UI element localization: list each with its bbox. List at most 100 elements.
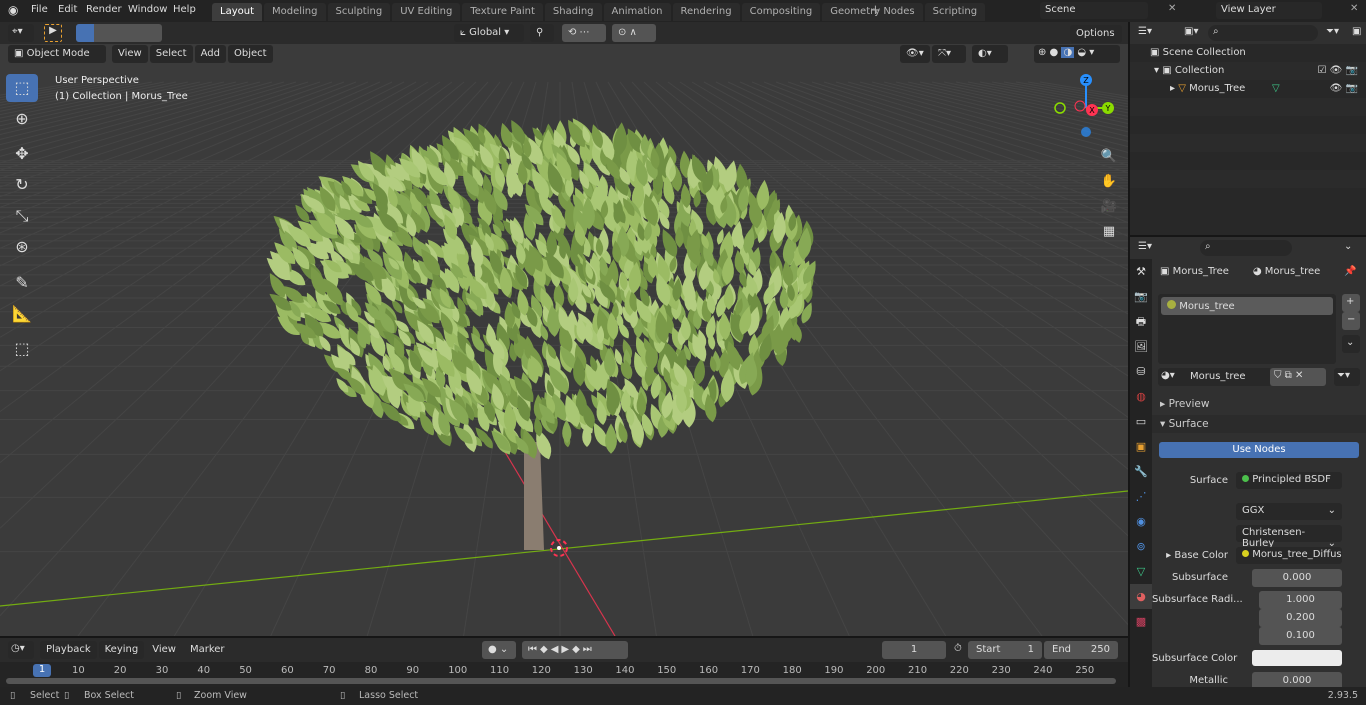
editor-type-icon[interactable]: ☰▾ xyxy=(1138,241,1152,252)
add-workspace-icon[interactable]: + xyxy=(870,3,881,18)
close-icon[interactable]: ✕ xyxy=(1350,3,1358,14)
viewport-menu-object[interactable]: Object xyxy=(227,45,273,63)
radius-y-field[interactable]: 0.200 xyxy=(1259,609,1342,627)
subsurface-field[interactable]: 0.000 xyxy=(1252,569,1342,587)
browse-material-button[interactable]: ◕▾ xyxy=(1158,368,1188,386)
expand-icon[interactable]: ▸ xyxy=(1170,83,1178,94)
workspace-tab-rendering[interactable]: Rendering xyxy=(672,3,740,21)
transform-orientation-dropdown[interactable]: ⟀ Global ▾ xyxy=(454,24,524,42)
pan-hand-icon[interactable]: ✋ xyxy=(1100,169,1118,194)
close-icon[interactable]: ✕ xyxy=(1168,3,1176,14)
view-layer-selector[interactable]: View Layer xyxy=(1216,2,1322,19)
remove-slot-button[interactable]: − xyxy=(1342,312,1360,330)
base-color-field[interactable]: Morus_tree_Diffuse... xyxy=(1236,547,1342,564)
view-layer-tab-icon[interactable]: 🖼 xyxy=(1130,334,1152,359)
modifier-tab-icon[interactable]: 🔧 xyxy=(1130,459,1152,484)
ortho-grid-icon[interactable]: ▦ xyxy=(1100,219,1118,244)
select-mode-buttons[interactable] xyxy=(76,24,162,42)
select-tool-icon[interactable]: ▶ xyxy=(44,24,62,42)
workspace-tab-sculpting[interactable]: Sculpting xyxy=(327,3,391,21)
add-slot-button[interactable]: + xyxy=(1342,294,1360,312)
editor-type-button[interactable]: ◷▾ xyxy=(8,641,34,659)
rotate-tool[interactable]: ↻ xyxy=(6,171,38,199)
visibility-checkbox[interactable]: ☑ 👁 📷 xyxy=(1318,65,1358,76)
menu-file[interactable]: File xyxy=(31,4,48,15)
pin-icon[interactable]: 📌 xyxy=(1344,266,1356,277)
editor-type-button[interactable]: ⌖▾ xyxy=(8,24,34,42)
new-collection-icon[interactable]: ▣ xyxy=(1352,26,1361,37)
timeline-menu-marker[interactable]: Marker xyxy=(184,641,231,659)
physics-tab-icon[interactable]: ◉ xyxy=(1130,509,1152,534)
collapse-icon[interactable]: ▾ xyxy=(1154,65,1162,76)
current-frame-field[interactable]: 1 xyxy=(882,641,946,659)
visibility-icons[interactable]: 👁 📷 xyxy=(1330,83,1358,94)
use-nodes-button[interactable]: Use Nodes xyxy=(1159,442,1359,458)
playhead[interactable]: 1 xyxy=(33,664,51,677)
outliner-row-scene-collection[interactable]: ▣ Scene Collection xyxy=(1130,44,1366,62)
workspace-tab-compositing[interactable]: Compositing xyxy=(741,3,821,21)
mode-dropdown[interactable]: ▣ Object Mode xyxy=(8,45,106,63)
collection-tab-icon[interactable]: ▭ xyxy=(1130,409,1152,434)
subsurface-method-dropdown[interactable]: Christensen-Burley ⌄ xyxy=(1236,525,1342,549)
timeline-scrollbar[interactable] xyxy=(6,678,1116,684)
workspace-tab-modeling[interactable]: Modeling xyxy=(264,3,326,21)
material-slot-item[interactable]: Morus_tree xyxy=(1161,297,1333,315)
display-mode-icon[interactable]: ▣▾ xyxy=(1184,26,1198,37)
menu-window[interactable]: Window xyxy=(128,4,167,15)
radius-x-field[interactable]: 1.000 xyxy=(1259,591,1342,609)
transform-tool[interactable]: ⊛ xyxy=(6,233,38,261)
world-tab-icon[interactable]: ◍ xyxy=(1130,384,1152,409)
camera-view-icon[interactable]: 🎥 xyxy=(1100,194,1118,219)
end-frame-field[interactable]: End 250 xyxy=(1044,641,1118,659)
editor-type-icon[interactable]: ☰▾ xyxy=(1138,26,1152,37)
cursor-tool[interactable]: ⊕ xyxy=(6,105,38,133)
workspace-tab-layout[interactable]: Layout xyxy=(212,3,262,21)
navigation-gizmo[interactable]: Z Y X xyxy=(1050,70,1125,145)
blender-logo-icon[interactable]: ◉ xyxy=(8,3,18,17)
timeline-menu-playback[interactable]: Playback xyxy=(40,641,97,659)
properties-search-input[interactable]: ⌕ xyxy=(1200,240,1292,256)
pivot-dropdown[interactable]: ⚲ xyxy=(530,24,554,42)
link-dropdown[interactable]: ⏷▾ xyxy=(1334,368,1360,386)
object-tab-icon[interactable]: ▣ xyxy=(1130,434,1152,459)
start-frame-field[interactable]: Start 1 xyxy=(968,641,1042,659)
scene-selector[interactable]: Scene xyxy=(1040,2,1148,19)
zoom-icon[interactable]: 🔍 xyxy=(1100,144,1118,169)
outliner-row-collection[interactable]: ▾ ▣ Collection ☑ 👁 📷 xyxy=(1130,62,1366,80)
auto-keying-toggle[interactable]: ● ⌄ xyxy=(482,641,516,659)
subsurface-color-swatch[interactable] xyxy=(1252,650,1342,666)
menu-help[interactable]: Help xyxy=(173,4,196,15)
texture-tab-icon[interactable]: ▩ xyxy=(1130,609,1152,634)
workspace-tab-scripting[interactable]: Scripting xyxy=(924,3,986,21)
particles-tab-icon[interactable]: ⋰ xyxy=(1130,484,1152,509)
frame-ruler[interactable]: 1 10 20 30 40 50 60 70 80 90 100 110 120 130 140 150 16… xyxy=(0,662,1128,687)
workspace-tab-texture-paint[interactable]: Texture Paint xyxy=(462,3,543,21)
timeline-menu-keying[interactable]: Keying xyxy=(98,641,145,659)
workspace-tab-animation[interactable]: Animation xyxy=(603,3,671,21)
select-box-tool[interactable]: ⬚ xyxy=(6,74,38,102)
slot-specials-button[interactable]: ⌄ xyxy=(1342,335,1360,353)
scene-tab-icon[interactable]: ⛁ xyxy=(1130,359,1152,384)
add-cube-tool[interactable]: ⬚ xyxy=(6,335,38,363)
render-tab-icon[interactable]: 📷 xyxy=(1130,284,1152,309)
shading-mode-buttons[interactable]: ⊕ ● ◑ ◒ ▾ xyxy=(1034,45,1120,63)
scale-tool[interactable]: ⤡ xyxy=(6,202,38,230)
viewport-menu-view[interactable]: View xyxy=(112,45,148,63)
playback-controls[interactable]: ⏮◆◀▶◆⏭ xyxy=(522,641,628,659)
annotate-tool[interactable]: ✎ xyxy=(6,269,38,297)
surface-shader-field[interactable]: Principled BSDF xyxy=(1236,472,1342,489)
workspace-tab-shading[interactable]: Shading xyxy=(544,3,602,21)
visibility-dropdown[interactable]: 👁▾ xyxy=(900,45,930,63)
material-name-field[interactable]: Morus_tree xyxy=(1186,368,1270,386)
distribution-dropdown[interactable]: GGX ⌄ xyxy=(1236,503,1342,520)
viewport-menu-add[interactable]: Add xyxy=(194,45,226,63)
proportional-editing-toggle[interactable]: ⊙ ∧ xyxy=(612,24,656,42)
move-tool[interactable]: ✥ xyxy=(6,140,38,168)
options-dropdown[interactable]: Options xyxy=(1070,25,1122,43)
snap-toggle[interactable]: ⟲ ⋯ xyxy=(562,24,606,42)
radius-z-field[interactable]: 0.100 xyxy=(1259,627,1342,645)
stopwatch-icon[interactable]: ⏱ xyxy=(954,643,962,654)
menu-render[interactable]: Render xyxy=(86,4,122,15)
material-tab-icon[interactable]: ◕ xyxy=(1130,584,1152,609)
3d-viewport[interactable] xyxy=(0,22,1128,636)
